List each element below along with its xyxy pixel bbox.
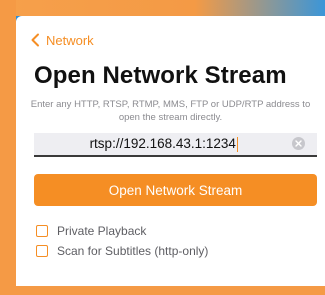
private-playback-label: Private Playback (57, 224, 147, 238)
text-caret (236, 136, 239, 152)
back-label: Network (46, 32, 94, 48)
url-input-field[interactable]: rtsp://192.168.43.1:1234 (34, 133, 317, 157)
back-button[interactable]: Network (30, 31, 94, 49)
private-playback-checkbox[interactable] (36, 225, 48, 237)
chevron-left-icon (31, 33, 39, 47)
help-text: Enter any HTTP, RTSP, RTMP, MMS, FTP or … (30, 99, 311, 123)
clear-button[interactable] (292, 137, 305, 150)
scan-subtitles-checkbox[interactable] (36, 245, 48, 257)
private-playback-option[interactable]: Private Playback (36, 224, 146, 238)
background-top-strip (0, 0, 325, 16)
background-left-strip (0, 0, 16, 295)
url-input-value[interactable]: rtsp://192.168.43.1:1234 (90, 136, 236, 151)
clear-circle-x-icon (295, 140, 302, 147)
background-bottom-strip (0, 286, 325, 295)
scan-subtitles-option[interactable]: Scan for Subtitles (http-only) (36, 244, 208, 258)
url-input: rtsp://192.168.43.1:1234 (34, 135, 294, 153)
open-network-stream-button[interactable]: Open Network Stream (34, 174, 317, 206)
network-stream-panel: Network Open Network Stream Enter any HT… (16, 16, 325, 286)
scan-subtitles-label: Scan for Subtitles (http-only) (57, 244, 209, 258)
page-title: Open Network Stream (34, 62, 287, 89)
